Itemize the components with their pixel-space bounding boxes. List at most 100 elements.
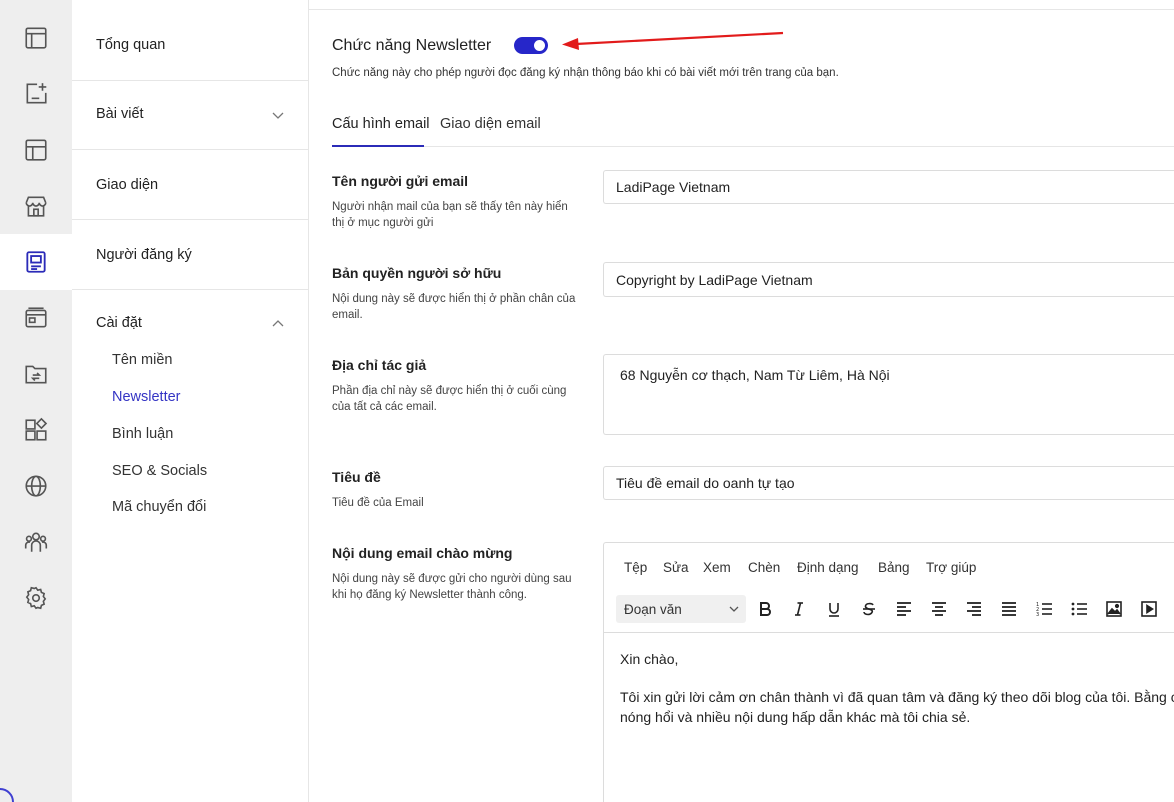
nav-sub-domain[interactable]: Tên miền — [112, 352, 172, 368]
strikethrough-icon — [863, 602, 875, 616]
nav-appearance[interactable]: Giao diện — [72, 150, 309, 220]
italic-button[interactable] — [787, 597, 811, 621]
address-help: Phần địa chỉ này sẽ được hiển thị ở cuối… — [332, 385, 567, 413]
help-bubble[interactable] — [0, 788, 14, 802]
menu-help[interactable]: Trợ giúp — [926, 560, 976, 575]
rail-newsletter[interactable] — [0, 234, 72, 290]
rail-team[interactable] — [0, 514, 72, 570]
menu-edit[interactable]: Sửa — [663, 560, 689, 575]
top-divider — [309, 9, 1174, 10]
align-left-button[interactable] — [892, 597, 916, 621]
feature-description: Chức năng này cho phép người đọc đăng ký… — [332, 67, 839, 79]
align-center-button[interactable] — [927, 597, 951, 621]
browser-window-icon — [25, 27, 47, 49]
strikethrough-button[interactable] — [857, 597, 881, 621]
editor-content[interactable]: Xin chào, Tôi xin gửi lời cảm ơn chân th… — [620, 649, 1174, 735]
subject-label: Tiêu đề — [332, 469, 381, 485]
menu-insert[interactable]: Chèn — [748, 560, 780, 575]
editor-toolbar: Đoạn văn 1 2 3 — [604, 593, 1174, 633]
folder-sync-icon — [25, 365, 47, 384]
subject-help: Tiêu đề của Email — [332, 497, 424, 509]
nav-sub-comments[interactable]: Bình luận — [112, 426, 173, 442]
rail-pages[interactable] — [0, 290, 72, 346]
rail-apps[interactable] — [0, 402, 72, 458]
content-paragraph-line1: Tôi xin gửi lời cảm ơn chân thành vì đã … — [620, 689, 1174, 705]
rail-dashboard[interactable] — [0, 10, 72, 66]
menu-file[interactable]: Tệp — [624, 560, 647, 575]
italic-icon — [795, 602, 803, 616]
nav-subscribers-label: Người đăng ký — [96, 247, 192, 263]
insert-image-button[interactable] — [1102, 597, 1126, 621]
nav-sub-seo-socials[interactable]: SEO & Socials — [112, 463, 207, 479]
add-post-icon — [26, 83, 47, 104]
rail-domains[interactable] — [0, 458, 72, 514]
secondary-nav: Tổng quan Bài viết Giao diện Người đăng … — [72, 0, 309, 802]
icon-rail — [0, 0, 72, 802]
chevron-down-icon — [272, 112, 284, 119]
rail-add-post[interactable] — [0, 66, 72, 122]
underline-button[interactable] — [822, 597, 846, 621]
layout-icon — [25, 139, 47, 161]
bold-icon — [760, 602, 771, 616]
copyright-label: Bản quyền người sở hữu — [332, 265, 502, 281]
sender-name-input[interactable]: LadiPage Vietnam — [603, 170, 1174, 204]
svg-text:3: 3 — [1036, 612, 1039, 618]
chevron-up-icon[interactable] — [271, 317, 285, 331]
rail-settings[interactable] — [0, 570, 72, 626]
editor-menubar: Tệp Sửa Xem Chèn Định dạng Bảng Trợ giúp — [604, 543, 1174, 593]
content-greeting: Xin chào, — [620, 651, 679, 667]
sender-help: Người nhận mail của bạn sẽ thấy tên này … — [332, 201, 568, 229]
red-arrow-annotation — [562, 31, 784, 50]
globe-icon — [25, 475, 47, 497]
nav-overview-label: Tổng quan — [96, 37, 166, 53]
underline-icon — [829, 603, 839, 617]
nav-appearance-label: Giao diện — [96, 177, 159, 193]
nav-settings: Cài đặt Tên miền Newsletter Bình luận SE… — [72, 290, 309, 802]
newsletter-icon — [26, 251, 46, 273]
block-format-select[interactable]: Đoạn văn — [616, 595, 746, 623]
rail-store[interactable] — [0, 178, 72, 234]
nav-settings-label[interactable]: Cài đặt — [96, 315, 142, 331]
nav-sub-conversion-code[interactable]: Mã chuyển đổi — [112, 499, 206, 515]
tab-bar: Cấu hình email Giao diện email — [332, 106, 1174, 147]
align-right-icon — [967, 602, 981, 616]
menu-format[interactable]: Định dạng — [797, 560, 859, 575]
align-right-button[interactable] — [962, 597, 986, 621]
gear-icon — [25, 586, 47, 610]
tab-email-design[interactable]: Giao diện email — [440, 116, 541, 132]
active-tab-indicator — [332, 145, 424, 147]
welcome-label: Nội dung email chào mừng — [332, 545, 513, 561]
rail-files[interactable] — [0, 346, 72, 402]
users-icon — [24, 532, 48, 552]
rail-layout[interactable] — [0, 122, 72, 178]
toggle-knob — [534, 40, 545, 51]
copyright-input[interactable]: Copyright by LadiPage Vietnam — [603, 262, 1174, 297]
bold-button[interactable] — [753, 597, 777, 621]
nav-subscribers[interactable]: Người đăng ký — [72, 220, 309, 290]
bullet-list-button[interactable] — [1067, 597, 1091, 621]
nav-overview[interactable]: Tổng quan — [72, 10, 309, 81]
subject-input[interactable]: Tiêu đề email do oanh tự tạo — [603, 466, 1174, 500]
welcome-help: Nội dung này sẽ được gửi cho người dùng … — [332, 573, 572, 601]
nav-posts[interactable]: Bài viết — [72, 81, 309, 150]
nav-posts-label: Bài viết — [96, 106, 144, 122]
nav-sub-newsletter[interactable]: Newsletter — [112, 389, 181, 405]
sender-label: Tên người gửi email — [332, 173, 469, 189]
rich-text-editor: Tệp Sửa Xem Chèn Định dạng Bảng Trợ giúp… — [603, 542, 1174, 802]
insert-media-button[interactable] — [1137, 597, 1161, 621]
video-icon — [1141, 601, 1157, 617]
justify-button[interactable] — [997, 597, 1021, 621]
chevron-down-icon — [729, 606, 739, 612]
address-textarea[interactable]: 68 Nguyễn cơ thạch, Nam Từ Liêm, Hà Nội — [603, 354, 1174, 435]
align-center-icon — [932, 602, 946, 616]
menu-table[interactable]: Bảng — [878, 560, 910, 575]
menu-view[interactable]: Xem — [703, 560, 731, 575]
newsletter-toggle[interactable] — [514, 37, 548, 54]
align-left-icon — [897, 602, 911, 616]
numbered-list-button[interactable]: 123 — [1032, 597, 1056, 621]
numbered-list-icon: 123 — [1036, 602, 1052, 618]
feature-title: Chức năng Newsletter — [332, 37, 492, 54]
store-icon — [25, 196, 47, 217]
tab-email-config[interactable]: Cấu hình email — [332, 116, 430, 132]
align-justify-icon — [1002, 602, 1016, 616]
